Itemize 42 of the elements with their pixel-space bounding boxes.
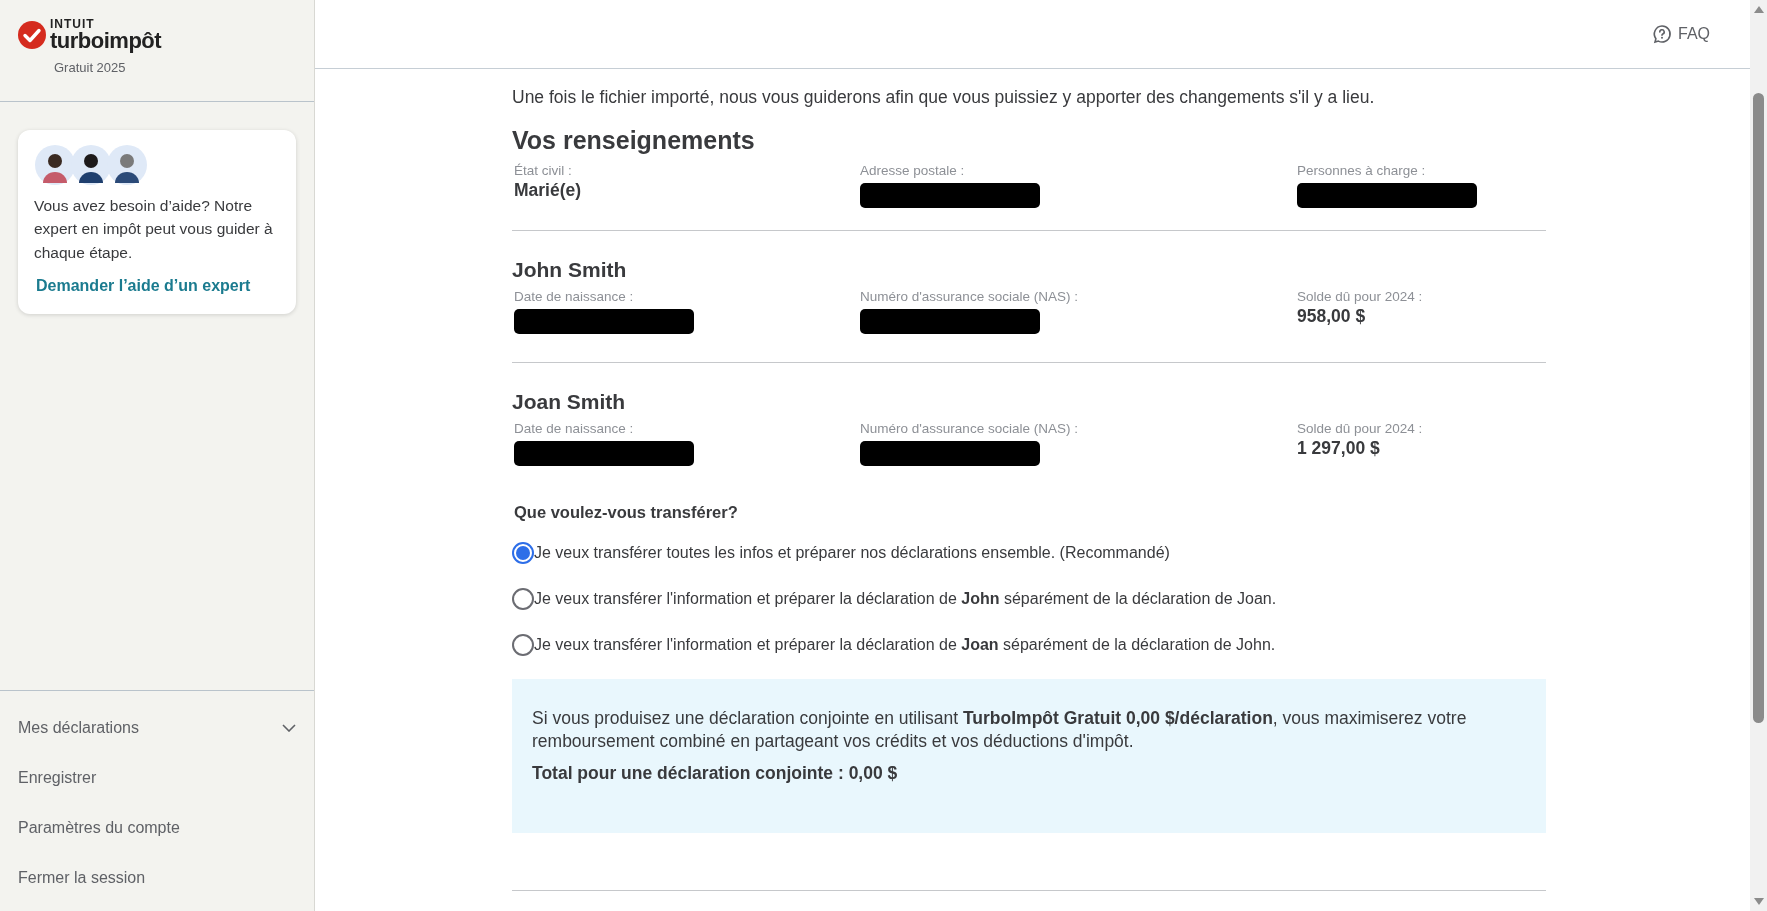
- help-text: Vous avez besoin d’aide? Notre expert en impôt peut vous guider à chaque étape.: [34, 196, 274, 263]
- field-label: Adresse postale :: [860, 164, 966, 180]
- field-label: Numéro d'assurance sociale (NAS) :: [860, 290, 1079, 306]
- field-value: 1 297,00 $: [1297, 437, 1381, 460]
- field-value: 958,00 $: [1297, 305, 1367, 328]
- product-name: turboimpôt: [50, 30, 162, 52]
- help-icon: [1652, 24, 1672, 44]
- field-label: Personnes à charge :: [1297, 164, 1427, 180]
- nav-item[interactable]: Enregistrer: [0, 753, 314, 803]
- field-label: Solde dû pour 2024 :: [1297, 422, 1424, 438]
- radio-option[interactable]: Je veux transférer l'information et préparer la déclaration de Joan séparément de la déclaration de John.: [512, 632, 1546, 657]
- total-text: Total pour une déclaration conjointe : 0,00 $: [532, 762, 899, 786]
- field-label: Date de naissance :: [514, 422, 635, 438]
- faq-link[interactable]: FAQ: [1652, 22, 1710, 46]
- field-label: Solde dû pour 2024 :: [1297, 290, 1424, 306]
- scroll-up-icon[interactable]: [1753, 6, 1764, 13]
- avatar-group-icon: [34, 144, 150, 186]
- person-name: John Smith: [512, 257, 628, 283]
- field-label: Numéro d'assurance sociale (NAS) :: [860, 422, 1079, 438]
- radio-option[interactable]: Je veux transférer toutes les infos et préparer nos déclarations ensemble. (Recommandé): [512, 540, 1546, 565]
- nav-item[interactable]: Paramètres du compte: [0, 803, 314, 853]
- brand-name: INTUIT: [50, 18, 96, 30]
- radio-button[interactable]: [512, 633, 534, 656]
- field-value: Marié(e): [514, 179, 583, 202]
- field-label: État civil :: [514, 164, 573, 180]
- scroll-down-icon[interactable]: [1753, 898, 1764, 905]
- field-label: Date de naissance :: [514, 290, 635, 306]
- question-title: Que voulez-vous transférer?: [514, 502, 739, 524]
- radio-button[interactable]: [512, 587, 534, 610]
- nav-item[interactable]: Fermer la session: [0, 853, 314, 903]
- edition-label: Gratuit 2025: [54, 59, 127, 77]
- info-text: Si vous produisez une déclaration conjointe en utilisant TurboImpôt Gratuit 0,00 $/déclaration, vous maximiserez votre remboursement combiné en partageant vos crédits et vos déductions d'impôt.: [532, 706, 1468, 753]
- radio-button[interactable]: [512, 541, 534, 564]
- scrollbar[interactable]: [1750, 0, 1767, 911]
- nav-item[interactable]: Mes déclarations: [0, 703, 314, 753]
- chevron-down-icon: [282, 724, 296, 732]
- intro-text: Une fois le fichier importé, nous vous guiderons afin que vous puissiez y apporter des changements s'il y a lieu.: [512, 86, 1376, 109]
- person-name: Joan Smith: [512, 389, 627, 415]
- radio-option[interactable]: Je veux transférer l'information et préparer la déclaration de John séparément de la déclaration de Joan.: [512, 586, 1546, 611]
- checkmark-logo-icon: [18, 21, 46, 49]
- expert-help-link[interactable]: Demander l’aide d’un expert: [36, 273, 251, 298]
- section-title: Vos renseignements: [512, 125, 756, 156]
